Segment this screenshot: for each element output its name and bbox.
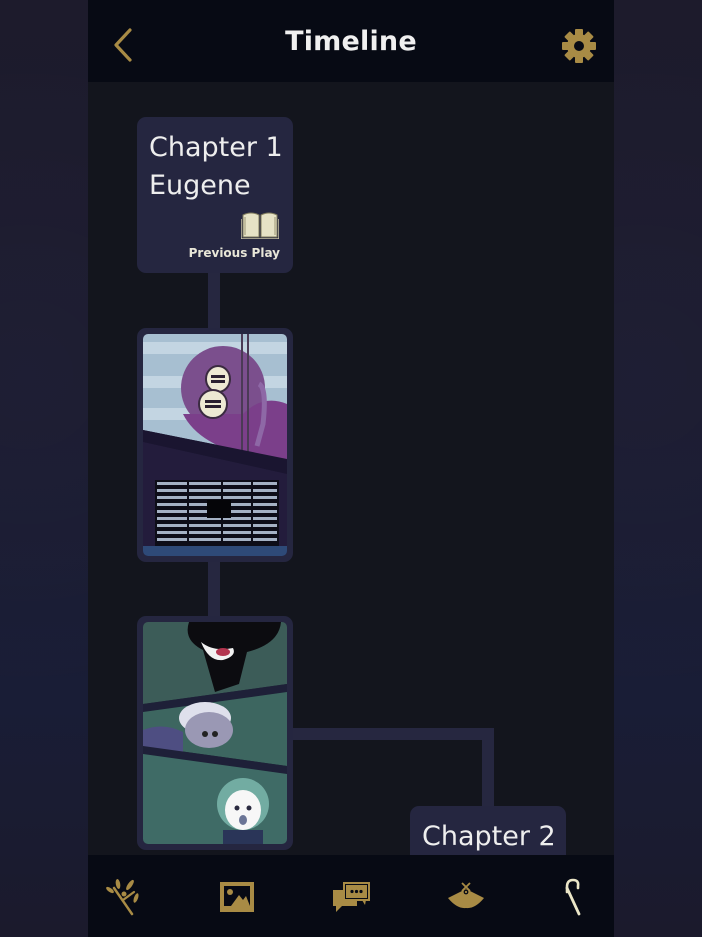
tab-cane[interactable] xyxy=(554,877,598,917)
folding-fan-icon xyxy=(448,882,484,909)
chapter-1-node[interactable]: Chapter 1 Eugene Previous Play xyxy=(137,117,293,273)
tab-messages[interactable] xyxy=(329,877,373,917)
timeline-area[interactable]: Chapter 1 Eugene Previous Play Chapter 2 xyxy=(88,82,614,855)
chapter-number: Chapter 1 xyxy=(149,132,283,163)
picture-icon xyxy=(220,882,254,912)
tab-gallery[interactable] xyxy=(215,877,259,917)
page-title: Timeline xyxy=(285,26,417,57)
chat-bubbles-icon xyxy=(333,882,370,912)
app-window: Timeline Chapter 1 Eugene Previous Play … xyxy=(88,0,614,937)
connector-line xyxy=(288,728,494,740)
previous-play-label[interactable]: Previous Play xyxy=(189,246,280,260)
bottom-nav xyxy=(88,855,614,937)
scene-illustration xyxy=(143,622,287,844)
chapter-2-node[interactable]: Chapter 2 xyxy=(410,806,566,855)
chapter-1-title: Chapter 1 Eugene xyxy=(149,129,283,205)
scene-thumbnail xyxy=(143,622,287,844)
twig-icon xyxy=(106,879,139,916)
scene-illustration xyxy=(143,334,287,556)
scene-card[interactable] xyxy=(137,328,293,562)
background-right xyxy=(614,0,702,937)
settings-button[interactable] xyxy=(561,28,597,64)
connector-line xyxy=(482,728,494,810)
scene-thumbnail xyxy=(143,334,287,556)
open-book-icon xyxy=(241,212,279,239)
connector-line xyxy=(208,270,220,330)
chapter-number: Chapter 2 xyxy=(422,821,556,852)
top-bar: Timeline xyxy=(88,0,614,82)
chapter-2-title: Chapter 2 xyxy=(422,818,556,855)
scene-card[interactable] xyxy=(137,616,293,850)
tab-fan[interactable] xyxy=(444,877,488,917)
background-left xyxy=(0,0,88,937)
gear-icon xyxy=(562,29,596,63)
chapter-name: Eugene xyxy=(149,170,251,201)
connector-line xyxy=(208,558,220,618)
cane-icon xyxy=(565,878,581,916)
tab-branch[interactable] xyxy=(102,877,146,917)
